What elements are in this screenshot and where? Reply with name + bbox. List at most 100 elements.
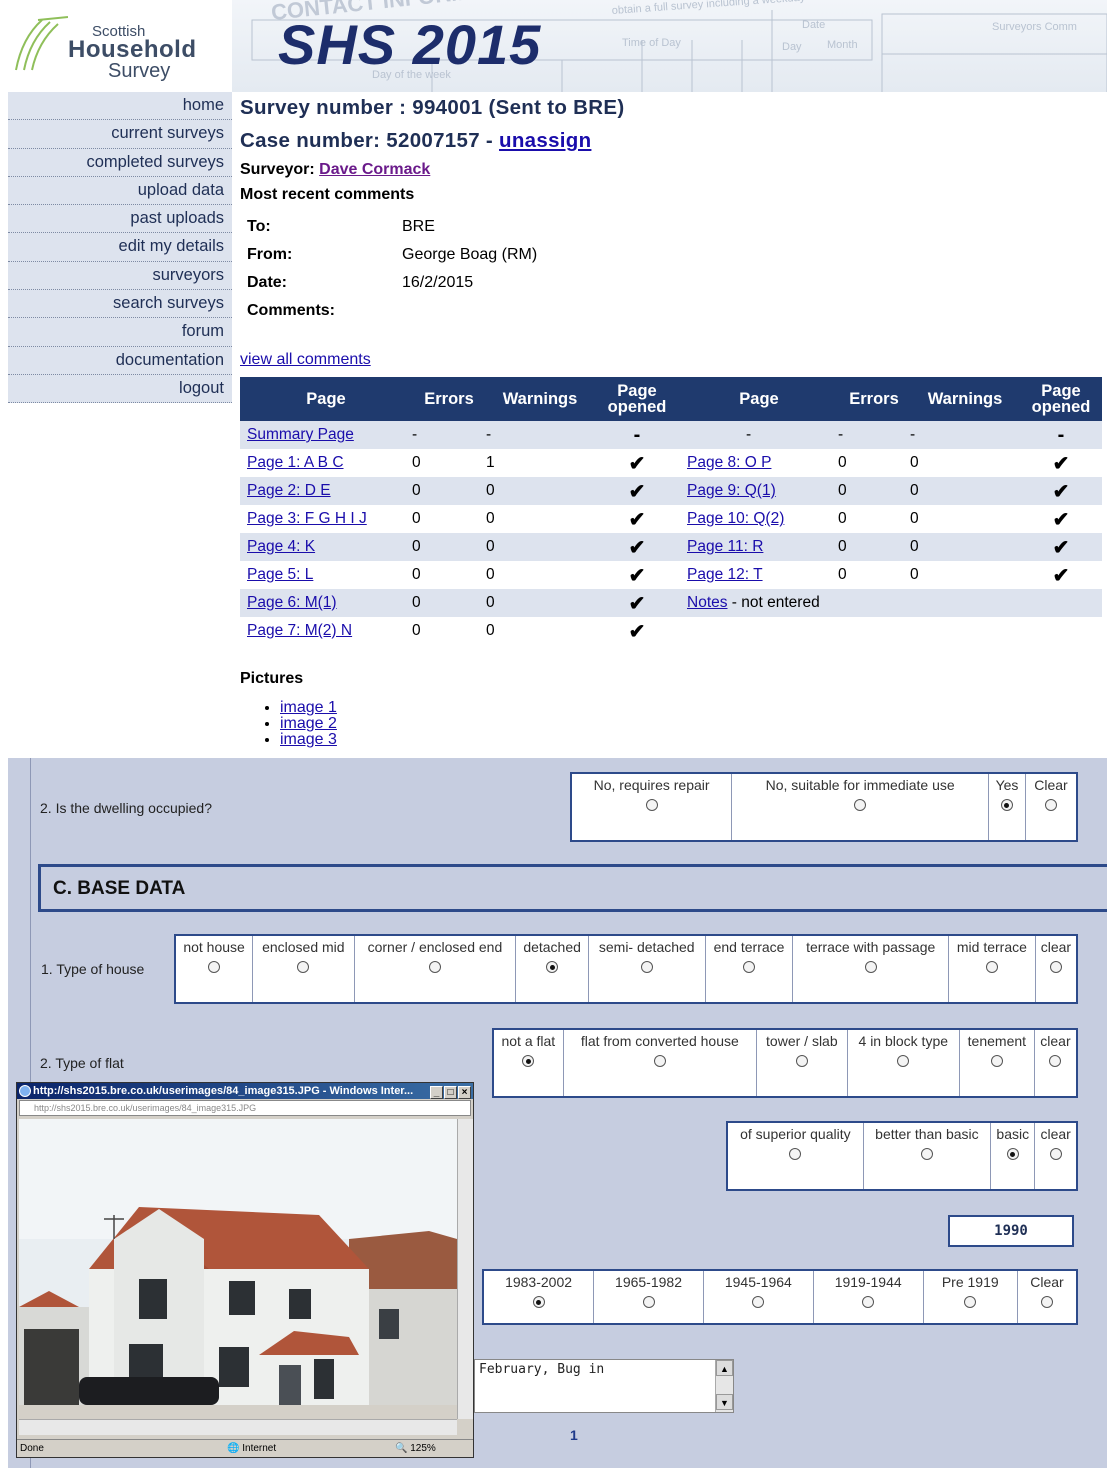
page-number[interactable]: 1 (570, 1427, 578, 1443)
errors-cell: 0 (412, 477, 486, 505)
radio-button[interactable] (640, 961, 653, 973)
page-cell: Page 3: F G H I J (240, 505, 412, 533)
opened-cell: ✔ (628, 452, 646, 475)
page-link[interactable]: Page 3: F G H I J (247, 510, 367, 527)
radio-button[interactable] (743, 961, 756, 973)
scroll-down-icon[interactable]: ▼ (716, 1394, 733, 1410)
page-link[interactable]: Page 5: L (247, 566, 313, 583)
radio-button[interactable] (920, 1148, 933, 1160)
svg-text:Surveyors Comm: Surveyors Comm (992, 21, 1077, 33)
radio-button[interactable] (1049, 1148, 1062, 1160)
option-label: semi- detached (598, 939, 695, 955)
radio-button[interactable] (1049, 961, 1062, 973)
radio-button[interactable] (428, 961, 441, 973)
radio-button[interactable] (645, 799, 658, 811)
option-cell: 1983-2002 (482, 1269, 595, 1325)
radio-button[interactable] (1040, 1296, 1053, 1308)
surveyor-name-link[interactable]: Dave Cormack (319, 161, 430, 178)
radio-button[interactable] (854, 799, 867, 811)
page-link[interactable]: Page 4: K (247, 538, 315, 555)
option-cell: clear (1034, 1121, 1078, 1191)
logo-arcs-icon (15, 15, 68, 71)
radio-button[interactable] (795, 1055, 808, 1067)
option-label: detached (523, 939, 581, 955)
page-link[interactable]: Summary Page (247, 426, 354, 443)
unassign-link[interactable]: unassign (499, 129, 591, 152)
nav-logout[interactable]: logout (8, 374, 232, 404)
nav-surveyors[interactable]: surveyors (8, 261, 232, 291)
nav-completed-surveys[interactable]: completed surveys (8, 148, 232, 177)
page-row: Summary Page - - - - - - - (240, 421, 1102, 449)
option-label: Pre 1919 (941, 1274, 999, 1290)
radio-button[interactable] (208, 961, 221, 973)
picture-link[interactable]: image 2 (280, 715, 337, 732)
popup-address-bar[interactable]: http://shs2015.bre.co.uk/userimages/84_i… (19, 1100, 471, 1116)
notes-link[interactable]: Notes (687, 594, 728, 611)
picture-link[interactable]: image 3 (280, 731, 337, 748)
page-cell: Page 7: M(2) N (240, 617, 412, 645)
view-all-comments-link[interactable]: view all comments (240, 351, 371, 369)
nav-home[interactable]: home (8, 92, 232, 121)
maximize-icon[interactable]: □ (444, 1086, 457, 1099)
option-label: flat from converted house (580, 1033, 739, 1049)
case-number-text: Case number: 52007157 - (240, 129, 500, 152)
option-label: corner / enclosed end (367, 939, 503, 955)
ie-icon (19, 1085, 31, 1097)
page-link[interactable]: Page 8: O P (687, 454, 771, 471)
minimize-icon[interactable]: _ (430, 1086, 443, 1099)
option-cell: No, suitable for immediate use (731, 772, 990, 842)
warnings-cell: 0 (910, 477, 1020, 505)
radio-button[interactable] (653, 1055, 666, 1067)
status-zoom[interactable]: 🔍 125% (395, 1440, 436, 1457)
comments-textarea[interactable]: February, Bug in ▲ ▼ (474, 1359, 734, 1413)
flat-type-options: not a flat flat from converted house tower… (492, 1028, 1078, 1098)
page-link[interactable]: Page 7: M(2) N (247, 622, 352, 639)
nav-documentation[interactable]: documentation (8, 346, 232, 375)
scottish-household-survey-logo[interactable]: Scottish Household Survey (8, 8, 230, 86)
option-label: enclosed mid (262, 939, 345, 955)
page-link[interactable]: Page 1: A B C (247, 454, 344, 471)
radio-button[interactable] (1044, 799, 1057, 811)
radio-button[interactable] (297, 961, 310, 973)
radio-button[interactable] (752, 1296, 765, 1308)
radio-button[interactable] (1006, 1148, 1019, 1160)
nav-edit-my-details[interactable]: edit my details (8, 233, 232, 262)
status-zoom-text: 125% (410, 1443, 436, 1454)
radio-button[interactable] (789, 1148, 802, 1160)
radio-button[interactable] (864, 961, 877, 973)
radio-button[interactable] (990, 1055, 1003, 1067)
page-link[interactable]: Page 12: T (687, 566, 763, 583)
popup-vertical-scrollbar[interactable] (457, 1119, 473, 1419)
option-label: tower / slab (766, 1033, 838, 1049)
radio-button[interactable] (897, 1055, 910, 1067)
radio-button[interactable] (532, 1296, 545, 1308)
radio-button[interactable] (862, 1296, 875, 1308)
nav-search-surveys[interactable]: search surveys (8, 290, 232, 319)
page-link[interactable]: Page 6: M(1) (247, 594, 337, 611)
page-link[interactable]: Page 2: D E (247, 482, 331, 499)
page-link[interactable]: Page 10: Q(2) (687, 510, 784, 527)
page-cell: Page 8: O P (680, 449, 838, 477)
page-link[interactable]: Page 9: Q(1) (687, 482, 776, 499)
year-built-field[interactable]: 1990 (948, 1215, 1074, 1247)
radio-button[interactable] (1000, 799, 1013, 811)
close-icon[interactable]: × (458, 1086, 471, 1099)
popup-horizontal-scrollbar[interactable] (19, 1419, 457, 1435)
radio-button[interactable] (522, 1055, 535, 1067)
page-cell: Page 5: L (240, 561, 412, 589)
page-link[interactable]: Page 11: R (687, 538, 763, 555)
comments-scrollbar[interactable]: ▲ ▼ (715, 1360, 733, 1412)
option-cell: detached (515, 934, 589, 1004)
nav-past-uploads[interactable]: past uploads (8, 205, 232, 234)
radio-button[interactable] (985, 961, 998, 973)
nav-upload-data[interactable]: upload data (8, 176, 232, 206)
scroll-up-icon[interactable]: ▲ (716, 1360, 733, 1376)
popup-titlebar[interactable]: http://shs2015.bre.co.uk/userimages/84_i… (17, 1083, 473, 1099)
radio-button[interactable] (1049, 1055, 1062, 1067)
radio-button[interactable] (642, 1296, 655, 1308)
nav-current-surveys[interactable]: current surveys (8, 120, 232, 149)
radio-button[interactable] (546, 961, 559, 973)
picture-link[interactable]: image 1 (280, 699, 337, 716)
radio-button[interactable] (964, 1296, 977, 1308)
nav-forum[interactable]: forum (8, 318, 232, 347)
